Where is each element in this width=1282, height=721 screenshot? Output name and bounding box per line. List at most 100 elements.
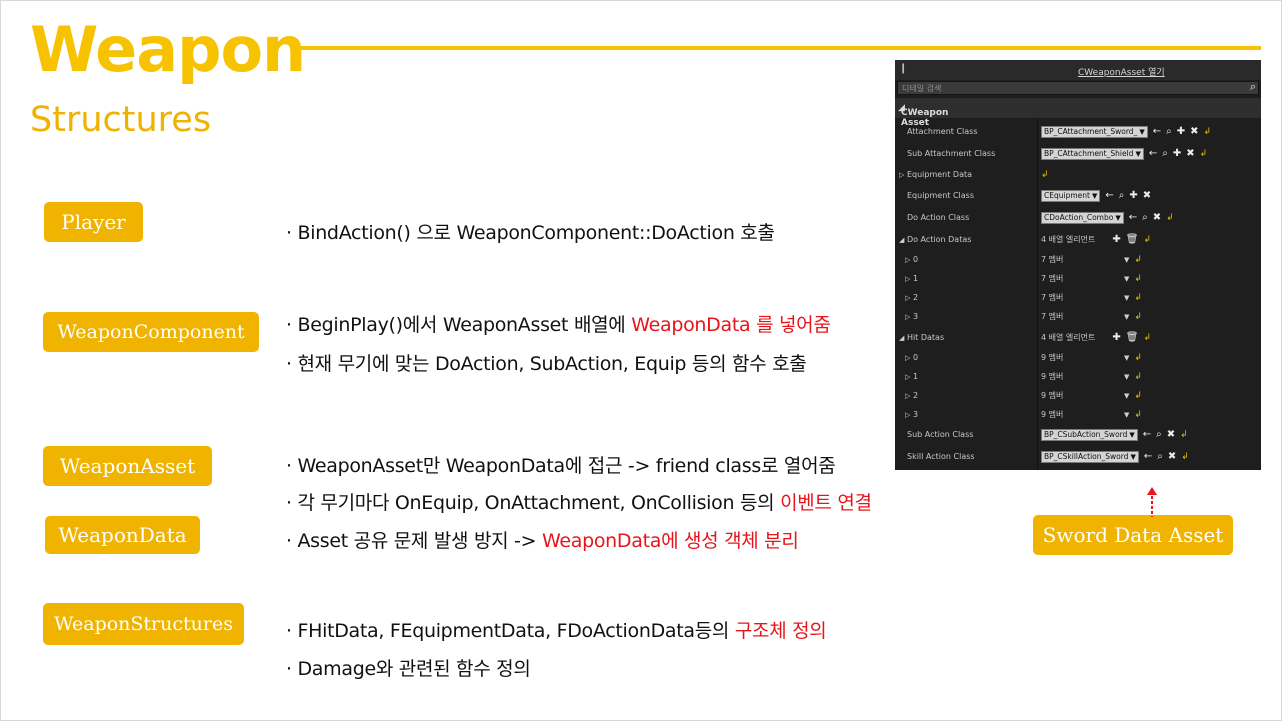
chevron-down-icon[interactable]: ▼ [1124, 256, 1129, 264]
use-selected-icon[interactable]: ← [1105, 190, 1113, 202]
array-element-row[interactable]: ▷ 2 7 멤버 ▼ ↲ [895, 288, 1261, 307]
add-icon[interactable]: ✚ [1177, 126, 1185, 138]
reset-icon[interactable]: ↲ [1180, 429, 1188, 441]
row-label: ▷ 2 [905, 293, 918, 302]
skill-action-class-combo[interactable]: BP_CSkillAction_Sword ▼ [1041, 450, 1139, 463]
search-placeholder: 디테일 검색 [902, 84, 942, 93]
chevron-down-icon[interactable]: ▼ [1124, 411, 1129, 419]
browse-icon[interactable]: ⌕ [1119, 190, 1125, 202]
expand-arrow-icon[interactable]: ▷ [905, 392, 910, 400]
expand-arrow-icon[interactable]: ▷ [905, 275, 910, 283]
browse-icon[interactable]: ⌕ [1156, 429, 1162, 441]
array-element-row[interactable]: ▷ 0 9 멤버 ▼ ↲ [895, 348, 1261, 367]
pin-icon[interactable]: ❙ [899, 63, 907, 74]
expand-arrow-icon[interactable]: ▷ [905, 256, 910, 264]
clear-icon[interactable]: ✖ [1168, 451, 1176, 463]
row-do-action-datas[interactable]: ◢ Do Action Datas 4 배열 엘리먼트 ✚ 🗑 ↲ [895, 230, 1261, 249]
clear-icon[interactable]: ✖ [1153, 212, 1161, 224]
row-label: ▷ 1 [905, 372, 918, 381]
sub-action-class-combo[interactable]: BP_CSubAction_Sword ▼ [1041, 428, 1138, 441]
reset-icon[interactable]: ↲ [1166, 212, 1174, 224]
use-selected-icon[interactable]: ← [1129, 212, 1137, 224]
reset-icon[interactable]: ↲ [1134, 371, 1142, 383]
bullet-structures-2: · Damage와 관련된 함수 정의 [286, 658, 531, 680]
reset-icon[interactable]: ↲ [1134, 292, 1142, 304]
use-selected-icon[interactable]: ← [1144, 451, 1152, 463]
expand-arrow-icon[interactable]: ▷ [905, 354, 910, 362]
array-element-row[interactable]: ▷ 2 9 멤버 ▼ ↲ [895, 386, 1261, 405]
array-element-row[interactable]: ▷ 3 7 멤버 ▼ ↲ [895, 307, 1261, 326]
expand-arrow-icon[interactable]: ▷ [905, 294, 910, 302]
reset-icon[interactable]: ↲ [1181, 451, 1189, 463]
reset-icon[interactable]: ↲ [1134, 409, 1142, 421]
trash-icon[interactable]: 🗑 [1126, 234, 1139, 246]
chevron-down-icon: ▼ [1091, 191, 1098, 200]
row-label: ▷ 0 [905, 255, 918, 264]
combo-value: BP_CAttachment_Shield [1044, 148, 1134, 158]
clear-icon[interactable]: ✖ [1190, 126, 1198, 138]
browse-icon[interactable]: ⌕ [1166, 126, 1172, 138]
reset-icon[interactable]: ↲ [1200, 148, 1208, 160]
clear-icon[interactable]: ✖ [1167, 429, 1175, 441]
equipment-class-combo[interactable]: CEquipment ▼ [1041, 189, 1101, 202]
reset-icon[interactable]: ↲ [1204, 126, 1212, 138]
use-selected-icon[interactable]: ← [1143, 429, 1151, 441]
chevron-down-icon[interactable]: ▼ [1124, 373, 1129, 381]
array-count: 4 배열 엘리먼트 [1041, 234, 1096, 244]
chevron-down-icon[interactable]: ▼ [1124, 313, 1129, 321]
row-label: Skill Action Class [907, 452, 975, 461]
row-equipment-data[interactable]: ▷ Equipment Data ↲ [895, 165, 1261, 184]
open-asset-link[interactable]: CWeaponAsset 열기 [1078, 65, 1165, 78]
collapse-arrow-icon[interactable]: ◢ [899, 334, 904, 342]
member-count: 7 멤버 [1041, 292, 1064, 302]
clear-icon[interactable]: ✖ [1186, 148, 1194, 160]
section-cweapon-asset[interactable]: ◢ CWeapon Asset [895, 98, 1261, 128]
sub-attachment-class-combo[interactable]: BP_CAttachment_Shield ▼ [1041, 147, 1144, 160]
search-icon[interactable]: ⌕ [1250, 80, 1256, 94]
browse-icon[interactable]: ⌕ [1142, 212, 1148, 224]
browse-icon[interactable]: ⌕ [1157, 451, 1163, 463]
chevron-down-icon[interactable]: ▼ [1124, 275, 1129, 283]
do-action-class-combo[interactable]: CDoAction_Combo ▼ [1041, 211, 1124, 224]
reset-icon[interactable]: ↲ [1143, 332, 1151, 344]
chevron-down-icon[interactable]: ▼ [1124, 354, 1129, 362]
expand-arrow-icon[interactable]: ▷ [899, 171, 904, 179]
collapse-arrow-icon[interactable]: ◢ [899, 236, 904, 244]
section-label: ◢ CWeapon Asset [898, 103, 949, 128]
attachment-class-combo[interactable]: BP_CAttachment_Sword_ ▼ [1041, 125, 1148, 138]
use-selected-icon[interactable]: ← [1153, 126, 1161, 138]
chevron-down-icon[interactable]: ▼ [1124, 392, 1129, 400]
add-element-icon[interactable]: ✚ [1112, 234, 1120, 246]
element-index: 0 [912, 353, 919, 362]
details-search-input[interactable]: 디테일 검색 ⌕ [897, 80, 1259, 95]
expand-arrow-icon[interactable]: ▷ [905, 313, 910, 321]
row-label: Attachment Class [907, 127, 978, 136]
trash-icon[interactable]: 🗑 [1126, 332, 1139, 344]
add-icon[interactable]: ✚ [1129, 190, 1137, 202]
reset-icon[interactable]: ↲ [1134, 311, 1142, 323]
array-element-row[interactable]: ▷ 0 7 멤버 ▼ ↲ [895, 250, 1261, 269]
expand-arrow-icon[interactable]: ▷ [905, 373, 910, 381]
reset-icon[interactable]: ↲ [1134, 352, 1142, 364]
reset-icon[interactable]: ↲ [1041, 169, 1049, 181]
array-element-row[interactable]: ▷ 1 9 멤버 ▼ ↲ [895, 367, 1261, 386]
row-value: CEquipment ▼ ← ⌕ ✚ ✖ [1041, 189, 1151, 202]
array-element-row[interactable]: ▷ 3 9 멤버 ▼ ↲ [895, 405, 1261, 424]
row-hit-datas[interactable]: ◢ Hit Datas 4 배열 엘리먼트 ✚ 🗑 ↲ [895, 328, 1261, 347]
reset-icon[interactable]: ↲ [1143, 234, 1151, 246]
add-element-icon[interactable]: ✚ [1112, 332, 1120, 344]
reset-icon[interactable]: ↲ [1134, 390, 1142, 402]
use-selected-icon[interactable]: ← [1149, 148, 1157, 160]
add-icon[interactable]: ✚ [1173, 148, 1181, 160]
reset-icon[interactable]: ↲ [1134, 254, 1142, 266]
clear-icon[interactable]: ✖ [1143, 190, 1151, 202]
row-label: ▷ 1 [905, 274, 918, 283]
chevron-down-icon[interactable]: ▼ [1124, 294, 1129, 302]
expand-arrow-icon[interactable]: ▷ [905, 411, 910, 419]
row-label: ▷ 2 [905, 391, 918, 400]
array-element-row[interactable]: ▷ 1 7 멤버 ▼ ↲ [895, 269, 1261, 288]
reset-icon[interactable]: ↲ [1134, 273, 1142, 285]
member-count: 7 멤버 [1041, 254, 1064, 264]
row-value: 7 멤버 ▼ ↲ [1041, 272, 1142, 285]
browse-icon[interactable]: ⌕ [1162, 148, 1168, 160]
